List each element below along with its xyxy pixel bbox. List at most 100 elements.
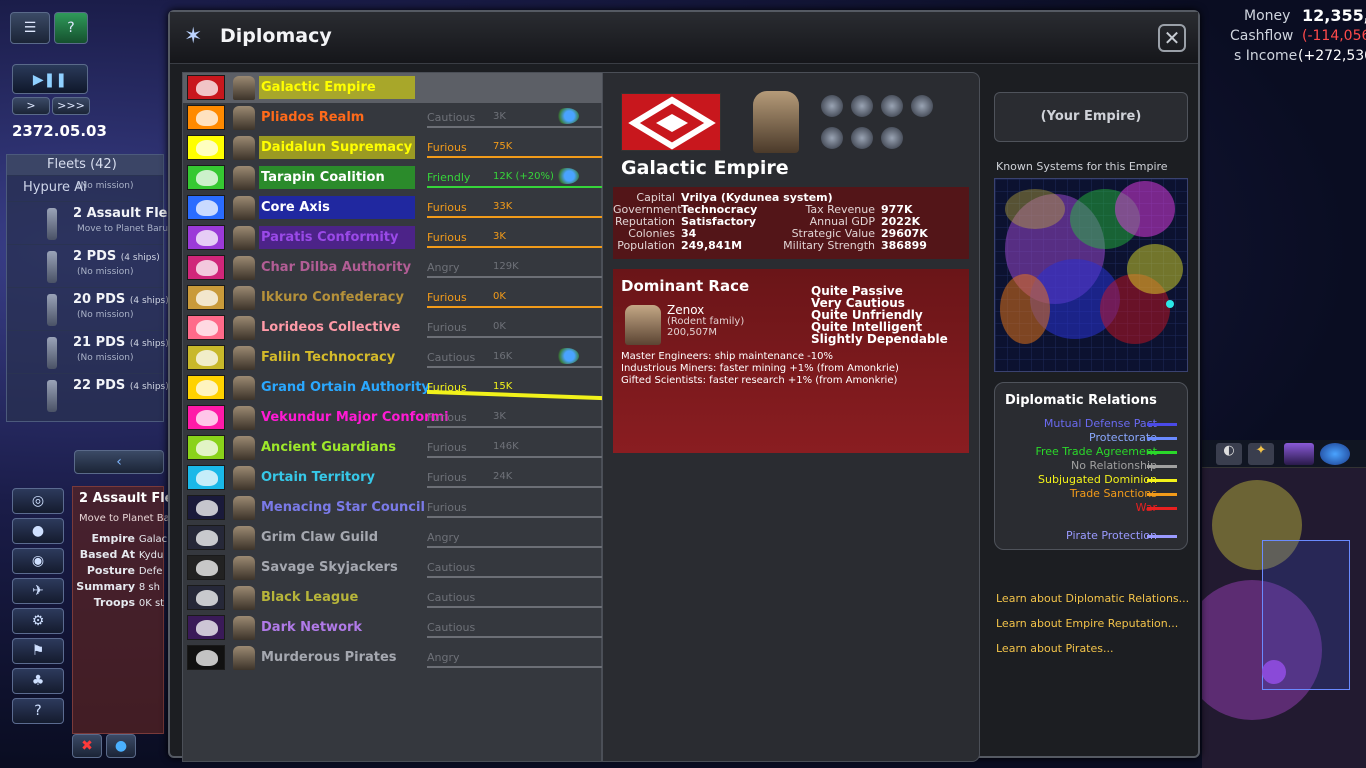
window-titlebar: ✶ Diplomacy ✕: [170, 12, 1198, 64]
list-item[interactable]: 22 PDS (4 ships): [7, 373, 169, 416]
empire-row[interactable]: Paratis Conformity Furious 3K: [183, 223, 603, 253]
scrap-fleet-button[interactable]: ✖: [72, 734, 102, 758]
attitude-label: Furious: [427, 231, 467, 244]
money-value: 12,355,844: [1302, 6, 1366, 25]
map-toolbar: ◐ ✦: [1202, 440, 1366, 468]
empire-row[interactable]: Grim Claw Guild Angry: [183, 523, 603, 553]
relation-bar: [427, 186, 603, 188]
known-systems-map[interactable]: [994, 178, 1188, 372]
strength-label: 16K: [493, 351, 513, 362]
trade-icon: [555, 168, 579, 184]
empire-row[interactable]: Ancient Guardians Furious 146K: [183, 433, 603, 463]
relation-bar: [427, 606, 603, 608]
strength-label: 75K: [493, 141, 513, 152]
race-icon: [881, 95, 903, 117]
race-icon: [911, 95, 933, 117]
race-icon: [821, 127, 843, 149]
trade-icon: [555, 348, 579, 364]
relation-label: No Relationship: [1071, 459, 1157, 472]
relation-label: Subjugated Dominion: [1038, 473, 1157, 486]
fleet-list-panel: Fleets (42) Hypure Ai (No mission) 2 Ass…: [6, 154, 179, 422]
play-pause-button[interactable]: ▶❚❚: [12, 64, 88, 94]
leader-portrait-icon: [233, 616, 255, 640]
empire-row[interactable]: Ortain Territory Furious 24K: [183, 463, 603, 493]
close-button[interactable]: ✕: [1158, 24, 1186, 52]
empire-row[interactable]: Murderous Pirates Angry: [183, 643, 603, 673]
attitude-label: Cautious: [427, 591, 476, 604]
empire-name: Ancient Guardians: [261, 440, 396, 455]
your-empire-button[interactable]: (Your Empire): [994, 92, 1188, 142]
speed-fast-button[interactable]: >>>: [52, 97, 90, 115]
leader-portrait-icon: [233, 226, 255, 250]
research-button[interactable]: ?: [54, 12, 88, 44]
nebula-icon[interactable]: [1284, 443, 1314, 465]
list-item[interactable]: 2 PDS (4 ships) (No mission): [7, 244, 163, 287]
empire-row[interactable]: Pliados Realm Cautious 3K: [183, 103, 603, 133]
empire-row[interactable]: Menacing Star Council Furious: [183, 493, 603, 523]
target-icon[interactable]: ◎: [12, 488, 64, 514]
empire-name: Tarapin Coalition: [259, 166, 415, 189]
list-item[interactable]: 2 Assault Flee Move to Planet Baruun: [7, 201, 179, 244]
link-pirates[interactable]: Learn about Pirates...: [996, 642, 1114, 655]
planet-icon[interactable]: ●: [12, 518, 64, 544]
attitude-label: Angry: [427, 651, 460, 664]
empire-flag-icon: [187, 75, 225, 100]
speed-slow-button[interactable]: >: [12, 97, 50, 115]
window-title: Diplomacy: [220, 25, 332, 47]
fuel-button[interactable]: ●: [106, 734, 136, 758]
empire-row[interactable]: Core Axis Furious 33K: [183, 193, 603, 223]
fleet-fields: Empire Galac Based At Kydu Posture Defe …: [76, 532, 168, 609]
empire-row[interactable]: Galactic Empire: [183, 73, 603, 103]
empire-flag-icon: [187, 405, 225, 430]
empire-flag-icon: [187, 165, 225, 190]
list-item[interactable]: 20 PDS (4 ships) (No mission): [7, 287, 169, 330]
race-info: Zenox (Rodent family) 200,507M: [667, 303, 745, 338]
empire-row[interactable]: Vekundur Major Conformi Furious 3K: [183, 403, 603, 433]
leader-portrait: [753, 91, 799, 153]
income-value: (+272,530): [1298, 48, 1366, 64]
gear-icon[interactable]: ⚙: [12, 608, 64, 634]
empire-flag-icon: [187, 315, 225, 340]
game-date: 2372.05.03: [12, 122, 107, 140]
ship-icon[interactable]: ✈: [12, 578, 64, 604]
link-empire-reputation[interactable]: Learn about Empire Reputation...: [996, 617, 1178, 630]
help-icon[interactable]: ?: [12, 698, 64, 724]
list-item[interactable]: 21 PDS (4 ships) (No mission): [7, 330, 169, 373]
empire-row[interactable]: Lorideos Collective Furious 0K: [183, 313, 603, 343]
globe-icon[interactable]: [1320, 443, 1350, 465]
empire-row[interactable]: Savage Skyjackers Cautious: [183, 553, 603, 583]
selected-fleet-mission: Move to Planet Ba: [79, 513, 170, 524]
galaxy-icon[interactable]: ◐: [1216, 443, 1242, 465]
star-icon[interactable]: ✦: [1248, 443, 1274, 465]
leader-portrait-icon: [233, 256, 255, 280]
empire-row[interactable]: Grand Ortain Authority Furious 15K: [183, 373, 603, 403]
relation-bar: [427, 156, 603, 158]
tree-icon[interactable]: ♣: [12, 668, 64, 694]
menu-button[interactable]: ☰: [10, 12, 50, 44]
empire-row[interactable]: Daidalun Supremacy Furious 75K: [183, 133, 603, 163]
empire-row[interactable]: Faliin Technocracy Cautious 16K: [183, 343, 603, 373]
empire-name: Paratis Conformity: [259, 226, 415, 249]
empire-row[interactable]: Ikkuro Confederacy Furious 0K: [183, 283, 603, 313]
fleet-list-header[interactable]: Fleets (42): [7, 155, 163, 175]
galaxy-map[interactable]: ◐ ✦: [1202, 440, 1366, 768]
empire-row[interactable]: Tarapin Coalition Friendly 12K (+20%): [183, 163, 603, 193]
empire-row[interactable]: Black League Cautious: [183, 583, 603, 613]
empire-flag-icon: [187, 345, 225, 370]
attitude-label: Furious: [427, 291, 467, 304]
strength-label: 0K: [493, 291, 506, 302]
empire-row[interactable]: Dark Network Cautious: [183, 613, 603, 643]
collapse-arrow-button[interactable]: ‹: [74, 450, 164, 474]
empire-name: Grim Claw Guild: [261, 530, 379, 545]
empire-detail-panel: Galactic Empire Capital Vrilya (Kydunea s…: [602, 72, 980, 762]
eye-icon[interactable]: ◉: [12, 548, 64, 574]
empire-row[interactable]: Char Dilba Authority Angry 129K: [183, 253, 603, 283]
empire-list: Galactic Empire Pliados Realm Cautious 3K Da…: [182, 72, 603, 762]
flag-icon[interactable]: ⚑: [12, 638, 64, 664]
known-systems-label: Known Systems for this Empire: [996, 160, 1168, 173]
relation-line-swatch: [1147, 451, 1177, 454]
list-item[interactable]: Hypure Ai (No mission): [7, 175, 163, 201]
strength-label: 3K: [493, 231, 506, 242]
link-diplomatic-relations[interactable]: Learn about Diplomatic Relations...: [996, 592, 1189, 605]
strength-label: 24K: [493, 471, 513, 482]
